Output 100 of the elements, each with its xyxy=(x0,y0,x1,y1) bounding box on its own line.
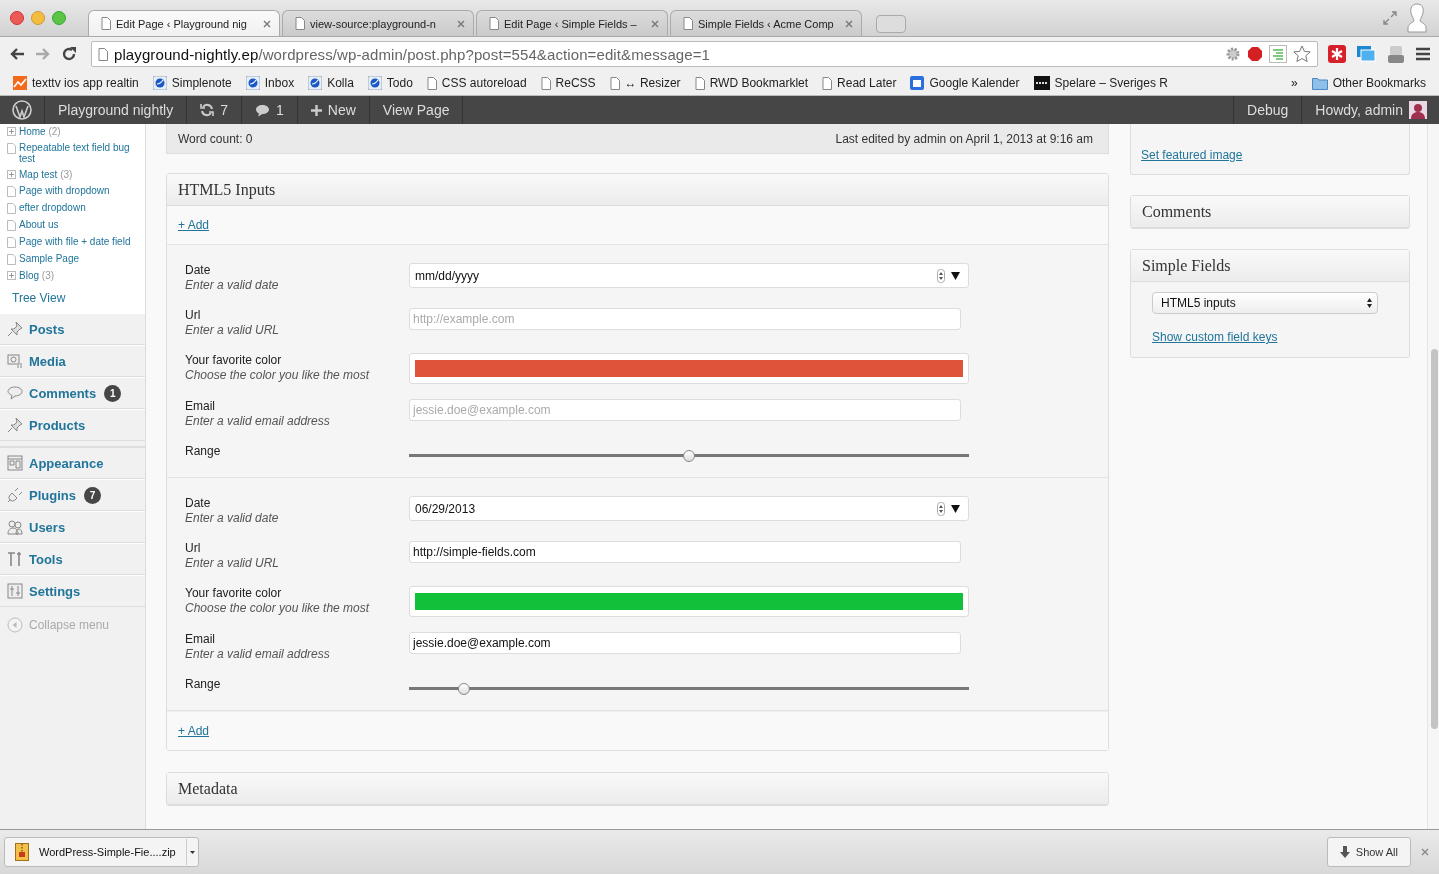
page-tree-item[interactable]: About us xyxy=(0,219,145,231)
text-field[interactable]: jessie.doe@example.com xyxy=(409,632,961,654)
caret-icon[interactable] xyxy=(185,839,198,865)
minimize-window-button[interactable] xyxy=(31,11,45,25)
download-item[interactable]: WordPress-Simple-Fie....zip xyxy=(4,837,199,867)
gear-icon[interactable] xyxy=(1225,46,1241,62)
close-icon[interactable] xyxy=(263,19,271,28)
field-label: Email xyxy=(185,632,216,647)
bookmark-item[interactable]: RWD Bookmarklet xyxy=(687,76,816,90)
logo-icon xyxy=(1033,76,1050,90)
zoom-window-button[interactable] xyxy=(52,11,66,25)
date-field[interactable]: 06/29/2013 xyxy=(409,496,969,521)
color-picker[interactable] xyxy=(409,586,969,617)
page-tree-item[interactable]: Page with file + date field xyxy=(0,236,145,248)
menu-item[interactable]: Media xyxy=(0,345,145,377)
bookmark-item[interactable]: Simplenote xyxy=(145,76,239,90)
page-tree-item[interactable]: Blog (3) xyxy=(0,270,145,281)
profile-icon[interactable] xyxy=(1407,3,1427,33)
scrollbar-thumb[interactable] xyxy=(1431,349,1438,729)
slider-thumb[interactable] xyxy=(458,683,471,695)
bookmark-item[interactable]: texttv ios app realtin xyxy=(6,76,146,90)
set-featured-image-link[interactable]: Set featured image xyxy=(1141,148,1243,162)
field-description: Enter a valid date xyxy=(185,278,280,293)
bookmark-item[interactable]: Todo xyxy=(360,76,420,90)
text-field[interactable]: http://simple-fields.com xyxy=(409,541,961,563)
menu-item[interactable]: Tools xyxy=(0,543,145,575)
spinner-icon[interactable] xyxy=(937,501,945,516)
dropdown-arrow-icon[interactable] xyxy=(951,271,960,280)
color-picker[interactable] xyxy=(409,353,969,384)
screens-icon[interactable] xyxy=(1356,45,1376,63)
menu-item[interactable]: Users xyxy=(0,511,145,543)
text-field[interactable]: http://example.com xyxy=(409,308,961,330)
pushpin-icon xyxy=(7,321,23,337)
field-label: Range xyxy=(185,677,222,692)
add-link[interactable]: + Add xyxy=(178,724,210,738)
field-description: Choose the color you like the most xyxy=(185,601,371,616)
menu-item[interactable]: Posts xyxy=(0,313,145,345)
browser-tab[interactable]: Simple Fields ‹ Acme Comp xyxy=(670,10,862,36)
bookmark-item[interactable]: Kolla xyxy=(301,76,361,90)
date-field[interactable]: mm/dd/yyyy xyxy=(409,263,969,288)
folder-icon xyxy=(1311,76,1328,90)
menu-item[interactable]: Plugins 7 xyxy=(0,479,145,511)
page-icon xyxy=(295,17,305,30)
back-icon[interactable] xyxy=(9,47,25,61)
tree-view-link[interactable]: Tree View xyxy=(12,291,66,305)
menu-item[interactable]: Settings xyxy=(0,575,145,607)
page-icon xyxy=(609,76,620,90)
field-description: Choose the color you like the most xyxy=(185,368,371,383)
page-tree-item[interactable]: Home (2) xyxy=(0,126,145,137)
browser-tab[interactable]: Edit Page ‹ Playground nig xyxy=(88,10,280,36)
bookmark-item[interactable]: ReCSS xyxy=(533,76,603,90)
close-window-button[interactable] xyxy=(10,11,24,25)
address-field[interactable]: playground-nightly.ep/wordpress/wp-admin/post.php?post=554&action=edit&message=1 xyxy=(91,41,1318,67)
spinner-icon[interactable] xyxy=(937,268,945,283)
bookmark-item[interactable]: Read Later xyxy=(815,76,904,90)
fullscreen-icon[interactable] xyxy=(1383,11,1397,25)
list-icon[interactable] xyxy=(1269,45,1287,63)
star-icon[interactable] xyxy=(1293,45,1311,63)
field-label: Url xyxy=(185,308,202,323)
menu-item[interactable]: Comments 1 xyxy=(0,377,145,409)
other-bookmarks-item[interactable]: Other Bookmarks xyxy=(1304,76,1433,90)
forward-icon[interactable] xyxy=(35,47,51,61)
stop-sign-icon[interactable] xyxy=(1247,46,1263,62)
menu-item[interactable]: Products xyxy=(0,409,145,441)
expand-icon[interactable] xyxy=(7,170,16,179)
slider-thumb[interactable] xyxy=(683,450,695,462)
bookmark-item[interactable]: ↔ Resizer xyxy=(602,76,688,90)
close-icon[interactable] xyxy=(1421,848,1429,856)
last-edited-text: Last edited by admin on April 1, 2013 at 9:16 am xyxy=(835,131,1093,146)
menu-icon[interactable] xyxy=(1416,47,1430,61)
select-dropdown[interactable]: HTML5 inputs xyxy=(1152,292,1378,314)
page-icon xyxy=(426,76,437,90)
expand-icon[interactable] xyxy=(7,271,16,280)
close-icon[interactable] xyxy=(845,19,853,28)
page-tree-item[interactable]: Page with dropdown xyxy=(0,185,145,197)
bookmark-item[interactable]: Inbox xyxy=(238,76,302,90)
asterisk-icon[interactable] xyxy=(1328,45,1346,63)
page-tree-item[interactable]: efter dropdown xyxy=(0,202,145,214)
users-icon xyxy=(7,519,23,535)
close-icon[interactable] xyxy=(457,19,465,28)
dropdown-arrow-icon[interactable] xyxy=(951,504,960,513)
show-all-button[interactable]: Show All xyxy=(1326,837,1411,867)
field-label: Date xyxy=(185,496,212,511)
text-field[interactable]: jessie.doe@example.com xyxy=(409,399,961,421)
add-link[interactable]: + Add xyxy=(178,218,210,232)
browser-tab[interactable]: view-source:playground-n xyxy=(282,10,474,36)
bookmark-item[interactable]: Google Kalender xyxy=(903,76,1027,90)
close-icon[interactable] xyxy=(651,19,659,28)
expand-icon[interactable] xyxy=(7,127,16,136)
sliders-icon xyxy=(7,583,23,599)
show-custom-field-keys-link[interactable]: Show custom field keys xyxy=(1152,330,1388,344)
page-tree-item[interactable]: Repeatable text field bug test xyxy=(0,142,145,164)
more-bookmarks-button[interactable]: » xyxy=(1283,76,1305,90)
bookmark-item[interactable]: Spelare – Sveriges R xyxy=(1026,76,1175,90)
menu-item[interactable]: Appearance xyxy=(0,446,145,479)
page-tree-item[interactable]: Sample Page xyxy=(0,253,145,265)
browser-tab[interactable]: Edit Page ‹ Simple Fields – xyxy=(476,10,668,36)
bookmark-item[interactable]: CSS autoreload xyxy=(419,76,534,90)
page-tree-item[interactable]: Map test (3) xyxy=(0,169,145,180)
reload-icon[interactable] xyxy=(61,46,77,62)
